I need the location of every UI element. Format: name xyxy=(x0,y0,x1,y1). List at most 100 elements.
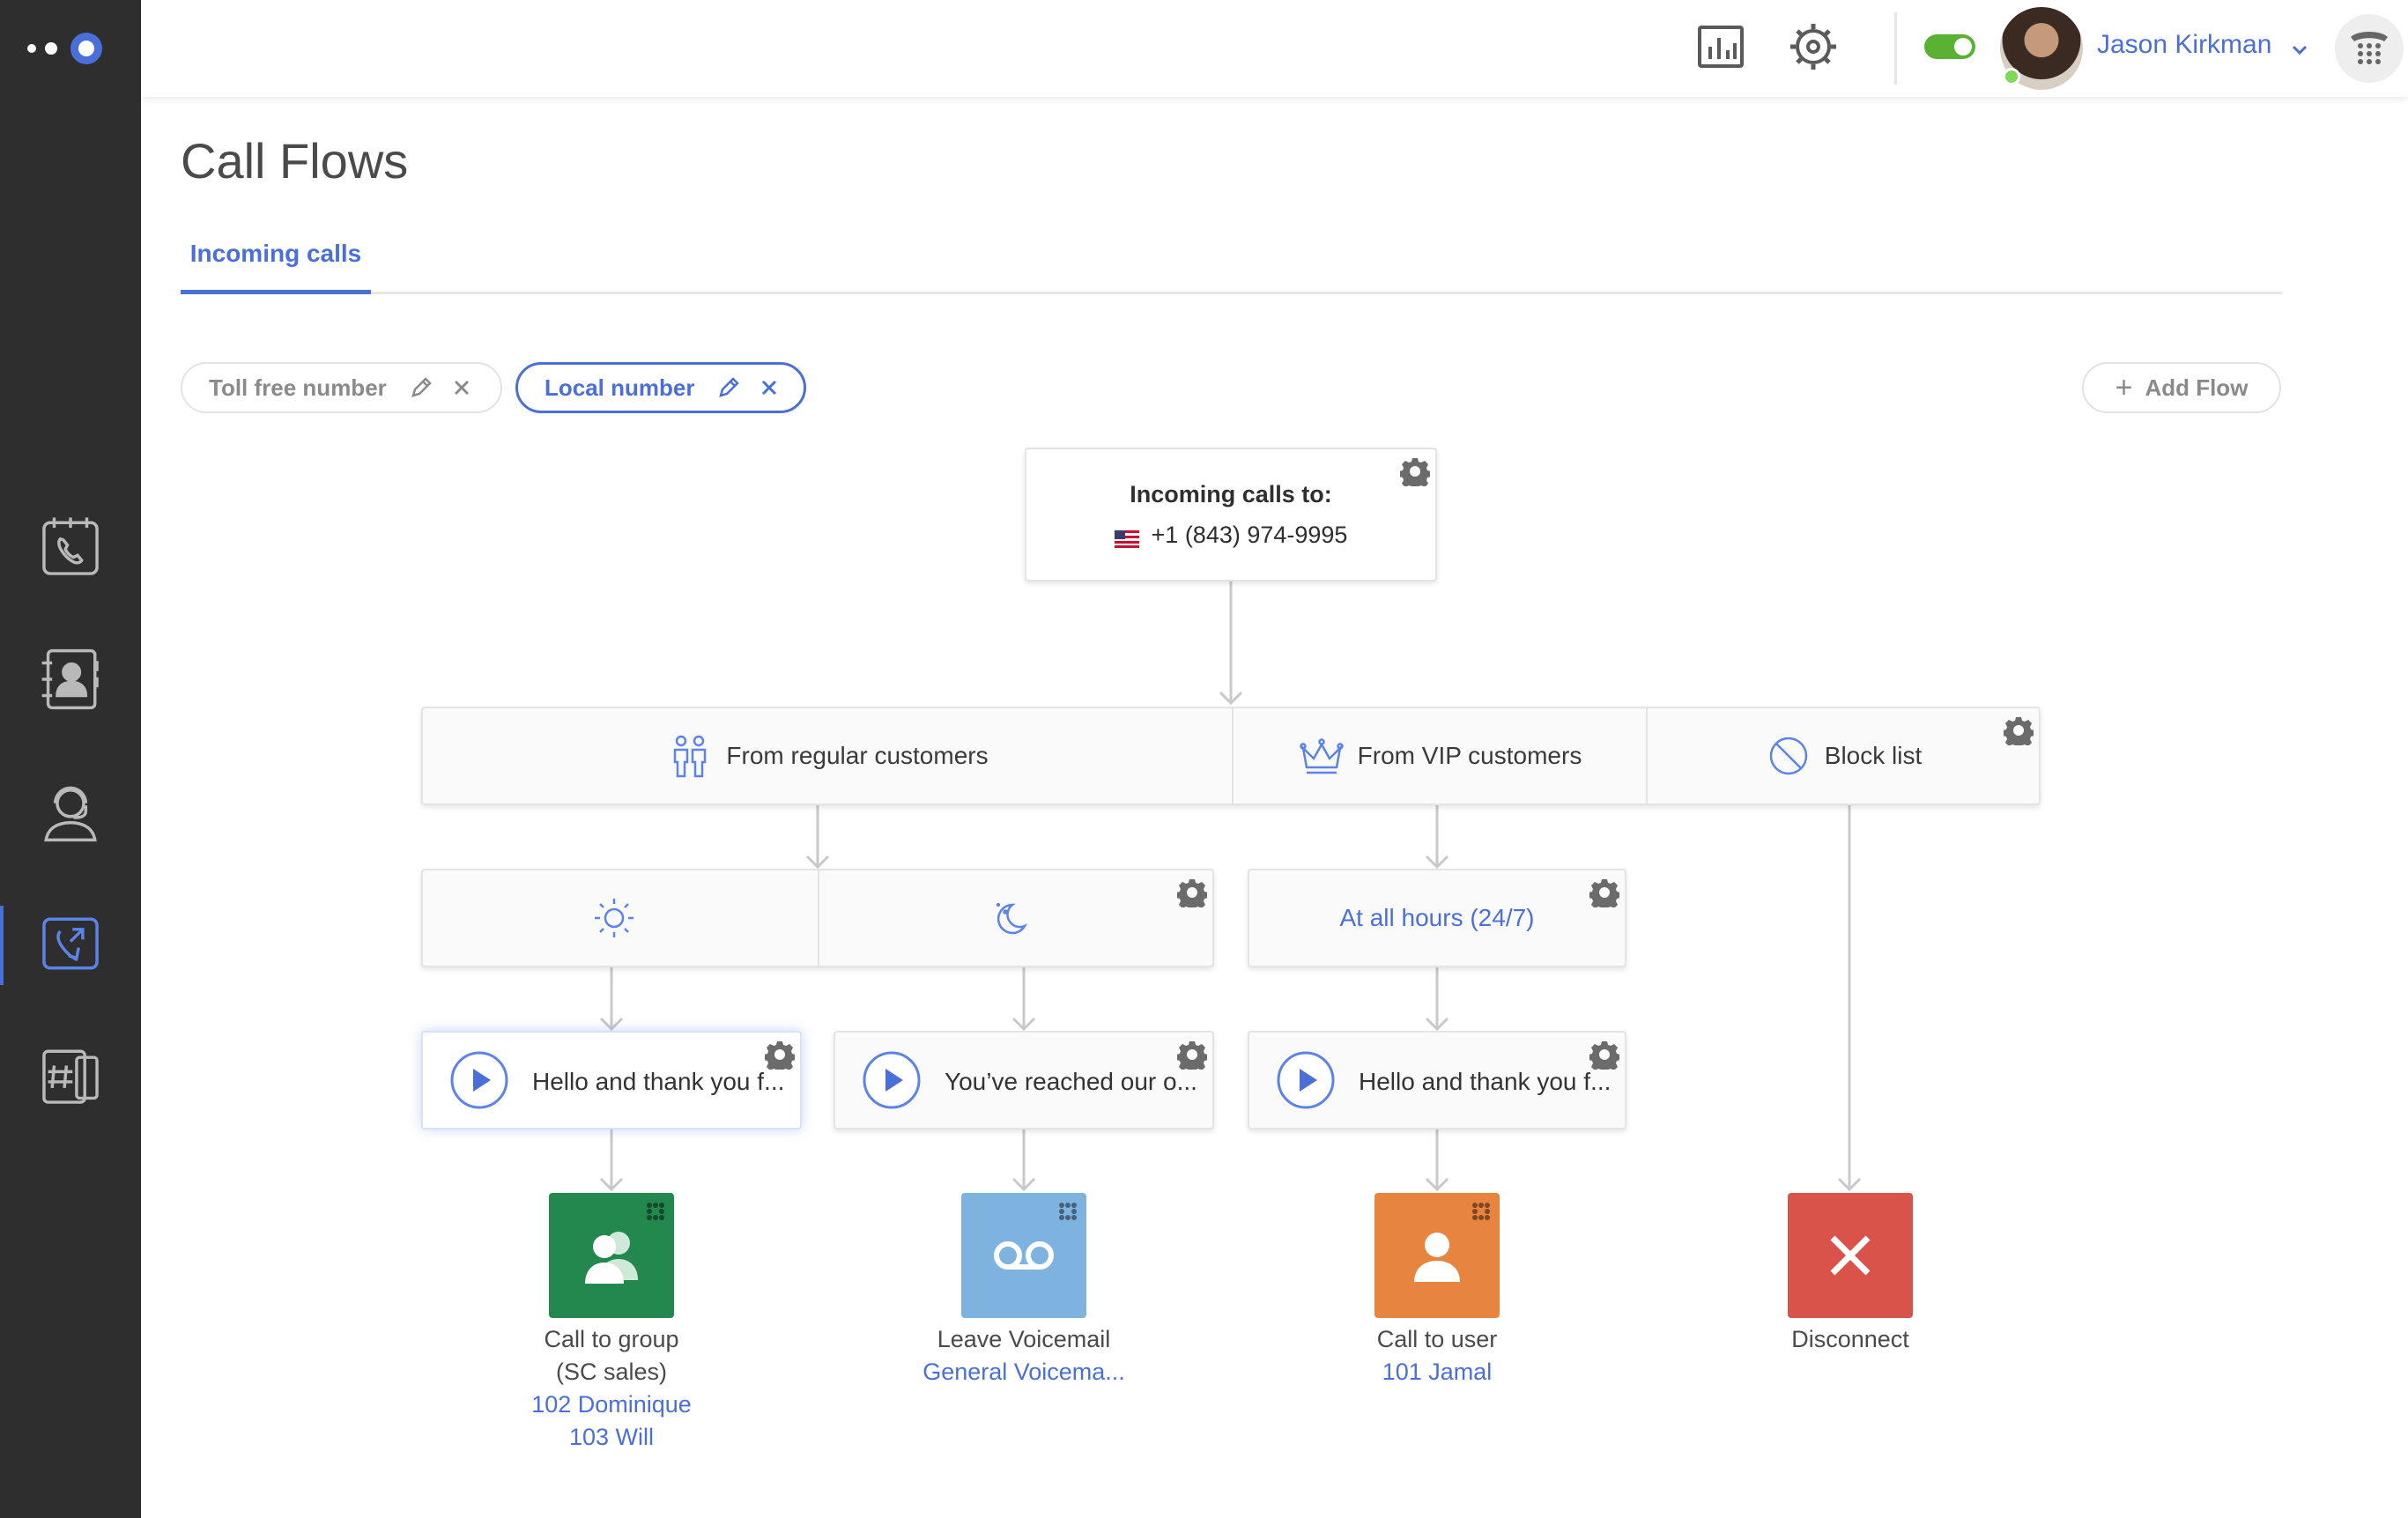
dialpad-button[interactable] xyxy=(2335,14,2404,83)
segment-label: Block list xyxy=(1824,742,1923,769)
analytics-icon xyxy=(1694,20,1747,78)
people-icon xyxy=(666,732,714,780)
segment-vip-customers[interactable]: From VIP customers xyxy=(1234,708,1646,803)
dots-icon xyxy=(1472,1203,1490,1220)
sidebar-item-calls[interactable] xyxy=(0,500,141,597)
play-icon[interactable] xyxy=(449,1050,509,1110)
segment-block-list[interactable]: Block list xyxy=(1648,708,2039,803)
sidebar-item-agents[interactable] xyxy=(0,765,141,862)
sun-icon xyxy=(590,894,638,942)
action-call-user-tile[interactable] xyxy=(1374,1193,1500,1318)
group-name: (SC sales) xyxy=(555,1359,668,1385)
voicemail-target-link[interactable]: General Voicema... xyxy=(892,1356,1156,1388)
voicemail-icon xyxy=(994,1241,1054,1270)
chevron-down-icon[interactable] xyxy=(2289,39,2310,60)
numbers-icon xyxy=(38,1043,103,1113)
action-voicemail-label: Leave Voicemail General Voicema... xyxy=(892,1323,1156,1388)
play-icon[interactable] xyxy=(862,1050,922,1110)
action-title: Call to user xyxy=(1376,1326,1498,1352)
segment-label: From VIP customers xyxy=(1357,742,1582,769)
greeting-message-day[interactable]: Hello and thank you f... xyxy=(421,1031,802,1129)
page-title: Call Flows xyxy=(181,133,409,189)
add-flow-button[interactable]: + Add Flow xyxy=(2082,362,2281,413)
chip-label: Toll free number xyxy=(209,374,387,401)
gear-icon[interactable] xyxy=(1399,456,1431,490)
settings-button[interactable] xyxy=(1784,19,1842,78)
block-icon xyxy=(1765,732,1812,780)
hours-day[interactable] xyxy=(423,870,818,966)
gear-icon[interactable] xyxy=(1589,1040,1620,1073)
caller-segments-node: From regular customers From VIP customer… xyxy=(421,707,2041,805)
user-target-link[interactable]: 101 Jamal xyxy=(1305,1356,1569,1388)
gear-icon[interactable] xyxy=(1589,877,1620,911)
user-icon xyxy=(1414,1233,1460,1282)
hours-all-node[interactable]: At all hours (24/7) xyxy=(1248,869,1626,967)
business-hours-node xyxy=(421,869,1214,967)
hours-night[interactable] xyxy=(819,870,1212,966)
sidebar-item-numbers[interactable] xyxy=(0,1029,141,1126)
gear-icon[interactable] xyxy=(2003,715,2034,749)
flow-chip-toll-free[interactable]: Toll free number xyxy=(181,362,502,413)
group-icon xyxy=(585,1232,638,1284)
message-text: You’ve reached our o... xyxy=(945,1068,1197,1095)
agent-icon xyxy=(38,779,103,848)
action-call-group-label: Call to group (SC sales) 102 Dominique 1… xyxy=(479,1323,744,1454)
contacts-icon xyxy=(38,647,103,716)
message-text: Hello and thank you f... xyxy=(532,1068,785,1095)
incoming-number: +1 (843) 974-9995 xyxy=(1026,522,1435,549)
incoming-calls-node[interactable]: Incoming calls to: +1 (843) 974-9995 xyxy=(1025,448,1437,581)
message-text: Hello and thank you f... xyxy=(1359,1068,1612,1095)
action-title: Call to group xyxy=(544,1326,679,1352)
add-flow-label: Add Flow xyxy=(2145,374,2249,401)
tabs-divider xyxy=(181,292,2282,294)
availability-toggle[interactable] xyxy=(1924,34,1975,59)
gear-icon[interactable] xyxy=(764,1040,796,1073)
user-name[interactable]: Jason Kirkman xyxy=(2097,30,2271,60)
sidebar xyxy=(0,0,141,1518)
moon-icon xyxy=(986,894,1034,942)
dots-icon xyxy=(647,1203,664,1220)
incoming-number-text: +1 (843) 974-9995 xyxy=(1151,522,1348,548)
close-icon[interactable] xyxy=(756,374,782,401)
crown-icon xyxy=(1298,732,1345,780)
action-title: Disconnect xyxy=(1791,1326,1909,1352)
app-root: Jason Kirkman Call Flows Incoming calls … xyxy=(0,0,2408,1518)
action-title: Leave Voicemail xyxy=(937,1326,1111,1352)
segment-regular-customers[interactable]: From regular customers xyxy=(423,708,1232,803)
dots-icon xyxy=(1059,1203,1077,1220)
action-disconnect-label: Disconnect xyxy=(1718,1323,1982,1356)
action-voicemail-tile[interactable] xyxy=(961,1193,1086,1318)
settings-icon xyxy=(1787,20,1840,78)
analytics-button[interactable] xyxy=(1692,19,1750,78)
action-call-group-tile[interactable] xyxy=(549,1193,674,1318)
tab-incoming-calls[interactable]: Incoming calls xyxy=(181,240,371,294)
chip-label: Local number xyxy=(545,374,695,401)
incoming-title: Incoming calls to: xyxy=(1130,481,1332,507)
dialpad-icon xyxy=(2347,25,2391,73)
sidebar-item-contacts[interactable] xyxy=(0,633,141,729)
action-call-user-label: Call to user 101 Jamal xyxy=(1305,1323,1569,1388)
segment-label: From regular customers xyxy=(726,742,989,769)
gear-icon[interactable] xyxy=(1176,877,1208,911)
greeting-message-night[interactable]: You’ve reached our o... xyxy=(834,1031,1214,1129)
online-status-dot xyxy=(2003,68,2020,85)
group-member-link[interactable]: 103 Will xyxy=(479,1421,744,1454)
pencil-icon[interactable] xyxy=(408,374,434,401)
us-flag-icon xyxy=(1114,527,1139,548)
hours-all-label[interactable]: At all hours (24/7) xyxy=(1249,870,1625,966)
topbar-divider xyxy=(1894,12,1897,85)
pencil-icon[interactable] xyxy=(715,374,742,401)
logo[interactable] xyxy=(25,26,109,70)
flow-chip-local-number[interactable]: Local number xyxy=(515,362,806,413)
greeting-message-vip[interactable]: Hello and thank you f... xyxy=(1248,1031,1626,1129)
plus-icon: + xyxy=(2115,371,2133,404)
sidebar-item-call-flows[interactable] xyxy=(0,897,141,994)
call-flow-icon xyxy=(38,911,103,981)
calendar-phone-icon xyxy=(38,515,103,584)
gear-icon[interactable] xyxy=(1176,1040,1208,1073)
close-icon xyxy=(1830,1235,1871,1276)
close-icon[interactable] xyxy=(448,374,475,401)
play-icon[interactable] xyxy=(1276,1050,1336,1110)
group-member-link[interactable]: 102 Dominique xyxy=(479,1388,744,1421)
action-disconnect-tile[interactable] xyxy=(1788,1193,1913,1318)
